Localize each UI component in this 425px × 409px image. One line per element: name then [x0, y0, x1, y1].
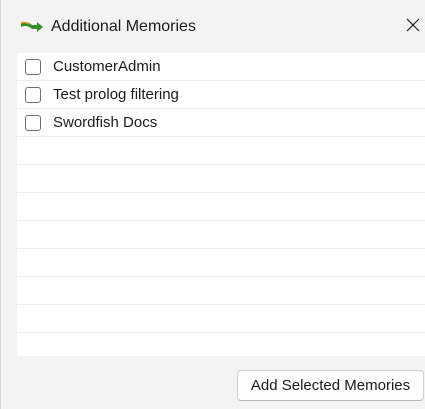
memory-checkbox[interactable]	[25, 59, 41, 75]
list-item[interactable]: Swordfish Docs	[17, 109, 425, 137]
title-bar: Additional Memories	[1, 0, 425, 52]
close-button[interactable]	[399, 12, 425, 42]
empty-row	[17, 193, 425, 221]
empty-row	[17, 165, 425, 193]
empty-row	[17, 333, 425, 356]
memory-label: CustomerAdmin	[53, 58, 161, 75]
list-item[interactable]: Test prolog filtering	[17, 81, 425, 109]
empty-row	[17, 305, 425, 333]
additional-memories-dialog: Additional Memories CustomerAdmin Test p…	[0, 0, 425, 409]
memory-label: Test prolog filtering	[53, 86, 179, 103]
empty-row	[17, 137, 425, 165]
close-icon	[406, 18, 420, 37]
dialog-title: Additional Memories	[51, 18, 196, 35]
list-item[interactable]: CustomerAdmin	[17, 53, 425, 81]
green-arrow-icon	[19, 18, 45, 36]
empty-row	[17, 221, 425, 249]
memory-checkbox[interactable]	[25, 115, 41, 131]
add-selected-memories-button[interactable]: Add Selected Memories	[237, 370, 424, 401]
empty-row	[17, 249, 425, 277]
memory-checkbox[interactable]	[25, 87, 41, 103]
empty-row	[17, 277, 425, 305]
memories-list[interactable]: CustomerAdmin Test prolog filtering Swor…	[17, 53, 425, 356]
memory-label: Swordfish Docs	[53, 114, 158, 131]
